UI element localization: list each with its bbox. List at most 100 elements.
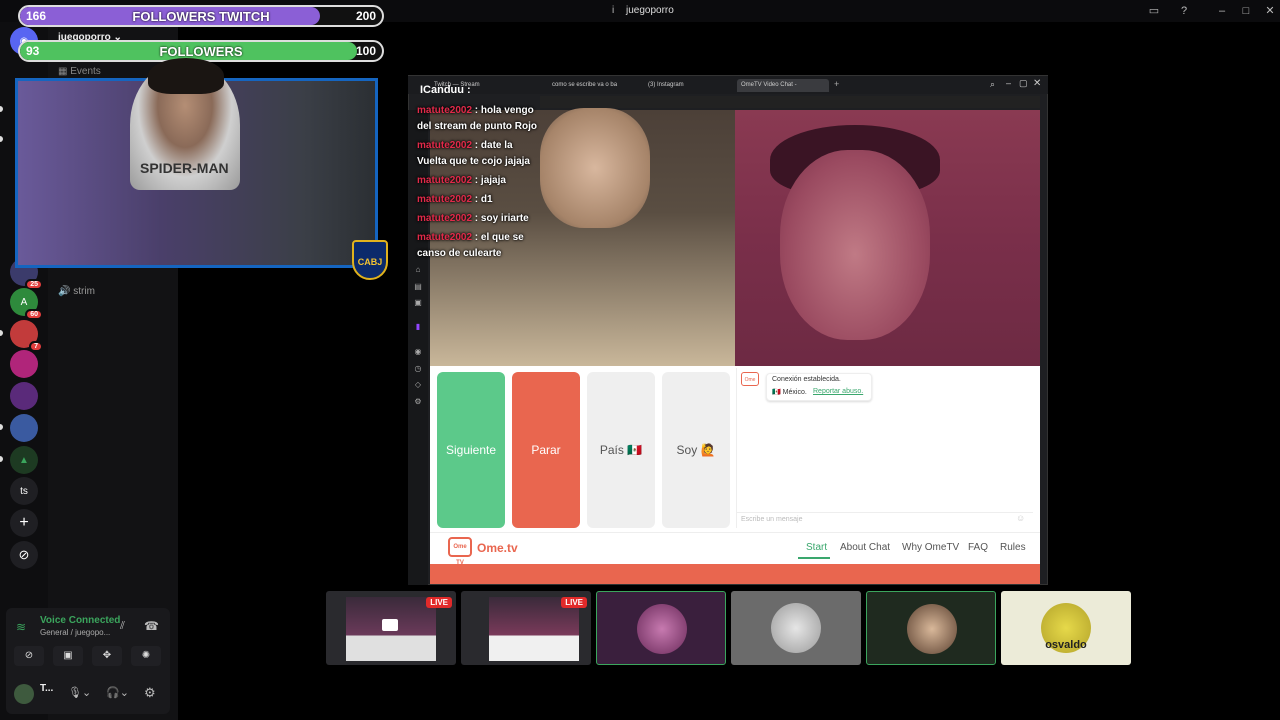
nav-why-ometv[interactable]: Why OmeTV bbox=[902, 542, 959, 553]
chat-message: matute2002 : date la Vuelta que te cojo … bbox=[417, 140, 530, 167]
voice-channel-path[interactable]: General / juegopo... bbox=[40, 628, 110, 637]
nav-active-underline bbox=[798, 557, 830, 559]
sidebar-settings-icon[interactable]: ⚙ bbox=[413, 397, 423, 407]
minimize-icon[interactable]: – bbox=[1214, 3, 1230, 19]
sidebar-play-icon[interactable]: ◉ bbox=[413, 347, 423, 357]
server-icon-ts[interactable]: ts bbox=[10, 477, 38, 505]
maximize-icon[interactable]: □ bbox=[1238, 3, 1254, 19]
stream-tile-3[interactable] bbox=[596, 591, 726, 665]
server-icon-4[interactable] bbox=[10, 350, 38, 378]
nav-about-chat[interactable]: About Chat bbox=[840, 542, 890, 553]
message-input[interactable]: Escribe un mensaje bbox=[737, 512, 1033, 526]
tab-ometv[interactable]: OmeTV Video Chat - bbox=[737, 79, 829, 92]
twitch-goal: 200 bbox=[355, 9, 376, 23]
stop-button[interactable]: Parar bbox=[512, 372, 580, 528]
settings-gear-icon[interactable]: ⚙ bbox=[144, 685, 156, 701]
stream-tile-6[interactable]: osvaldo bbox=[1001, 591, 1131, 665]
address-bar[interactable] bbox=[540, 96, 1040, 108]
cabj-shield-logo: CABJ bbox=[352, 240, 388, 280]
nav-rules[interactable]: Rules bbox=[1000, 542, 1026, 553]
monitor-icon bbox=[382, 619, 398, 631]
nav-start[interactable]: Start bbox=[806, 542, 827, 553]
unread-badge: 7 bbox=[29, 341, 43, 352]
close-icon[interactable]: ✕ bbox=[1262, 3, 1278, 19]
server-icon-6[interactable] bbox=[10, 414, 38, 442]
info-icon: i bbox=[612, 5, 615, 16]
chat-message: matute2002 : hola vengo del stream de pu… bbox=[417, 105, 538, 132]
sidebar-twitch-icon[interactable]: ▮ bbox=[413, 322, 423, 332]
tab-instagram[interactable]: (3) Instagram bbox=[644, 79, 732, 92]
discover-icon[interactable]: ⊘ bbox=[10, 541, 38, 569]
avatar bbox=[907, 604, 957, 654]
stream-tile-4[interactable] bbox=[731, 591, 861, 665]
connection-status: Conexión establecida. bbox=[772, 376, 841, 383]
chat-message: matute2002 : el que se canso de culearte bbox=[417, 232, 524, 259]
stream-tile-1[interactable]: LIVE bbox=[326, 591, 456, 665]
followers-twitch-bar: 166 FOLLOWERS TWITCH 200 bbox=[18, 5, 384, 27]
browser-minimize-icon[interactable]: – bbox=[1006, 78, 1011, 88]
avatar bbox=[771, 603, 821, 653]
speaker-icon: 🔊 bbox=[58, 286, 71, 297]
new-tab-icon[interactable]: + bbox=[834, 79, 839, 89]
avatar bbox=[637, 604, 687, 654]
ometv-logo-icon[interactable]: Ome TV bbox=[448, 537, 472, 566]
voice-channel-strim[interactable]: 🔊 strim bbox=[58, 286, 95, 297]
disconnect-icon[interactable]: ☎ bbox=[144, 619, 159, 633]
browser-maximize-icon[interactable]: ▢ bbox=[1019, 78, 1028, 89]
stream-tile-5[interactable] bbox=[866, 591, 996, 665]
live-badge: LIVE bbox=[561, 597, 587, 608]
next-button[interactable]: Siguiente bbox=[437, 372, 505, 528]
streamer-hair bbox=[148, 58, 224, 94]
avatar[interactable] bbox=[14, 684, 34, 704]
window-title: juegoporro bbox=[626, 5, 674, 16]
sidebar-msg-icon[interactable]: ▣ bbox=[413, 298, 423, 308]
followers-label: FOLLOWERS bbox=[159, 44, 243, 59]
server-icon-3[interactable]: 7 bbox=[10, 320, 43, 352]
stranger-face bbox=[540, 108, 650, 228]
chat-message: matute2002 : jajaja bbox=[417, 175, 506, 186]
emoji-icon[interactable]: ☺ bbox=[1016, 513, 1025, 523]
tile-name: osvaldo bbox=[1045, 639, 1087, 651]
unread-badge: 60 bbox=[25, 309, 43, 320]
signal-icon: ≋ bbox=[16, 620, 27, 634]
sidebar-history-icon[interactable]: ◷ bbox=[413, 364, 423, 374]
browser-search-icon[interactable]: ⌕ bbox=[990, 79, 995, 90]
voice-status: Voice Connected bbox=[40, 615, 121, 626]
followers-goal: 100 bbox=[355, 44, 376, 58]
user-name[interactable]: T... bbox=[40, 683, 53, 694]
report-abuse-link[interactable]: Reportar abuso. bbox=[813, 388, 863, 395]
shirt-text: SPIDER-MAN bbox=[140, 160, 229, 176]
chat-message: matute2002 : d1 bbox=[417, 194, 493, 205]
gender-button[interactable]: Soy 🙋 bbox=[662, 372, 730, 528]
help-icon[interactable]: ? bbox=[1176, 3, 1192, 19]
tab-search[interactable]: como se escribe va o ba bbox=[548, 79, 636, 92]
chat-overlay: matute2002 : hola vengo del stream de pu… bbox=[417, 103, 545, 265]
sidebar-chat-icon[interactable]: ▤ bbox=[413, 282, 423, 292]
events-channel[interactable]: ▦ Events bbox=[58, 66, 101, 77]
sidebar-cube-icon[interactable]: ◇ bbox=[413, 380, 423, 390]
country-button[interactable]: País 🇲🇽 bbox=[587, 372, 655, 528]
ometv-logo-text[interactable]: Ome.tv bbox=[477, 541, 518, 555]
server-icon-7[interactable]: ▲ bbox=[10, 446, 38, 474]
headphones-icon[interactable]: 🎧⌄ bbox=[106, 686, 129, 699]
self-face bbox=[780, 150, 930, 340]
live-badge: LIVE bbox=[426, 597, 452, 608]
server-icon-2[interactable]: A 60 bbox=[10, 288, 43, 320]
connection-country: 🇲🇽 México. bbox=[772, 389, 807, 396]
noise-suppression-icon[interactable]: ⫽ bbox=[120, 620, 125, 633]
chat-overlay-header: ICanduu : bbox=[420, 84, 471, 96]
browser-close-icon[interactable]: ✕ bbox=[1033, 78, 1041, 89]
server-icon-5[interactable] bbox=[10, 382, 38, 410]
soundboard-button[interactable]: ✺ bbox=[131, 646, 161, 666]
screen-share-button[interactable]: ▣ bbox=[53, 646, 83, 666]
camera-off-button[interactable]: ⊘ bbox=[14, 646, 44, 666]
nav-faq[interactable]: FAQ bbox=[968, 542, 988, 553]
inbox-icon[interactable]: ▭ bbox=[1146, 3, 1162, 19]
chat-message: matute2002 : soy iriarte bbox=[417, 213, 529, 224]
activities-button[interactable]: ✥ bbox=[92, 646, 122, 666]
ometv-footer-band bbox=[430, 564, 1040, 584]
microphone-icon[interactable]: 🎙⌄ bbox=[68, 686, 91, 699]
stream-tile-2[interactable]: LIVE bbox=[461, 591, 591, 665]
sidebar-bag-icon[interactable]: ⌂ bbox=[413, 265, 423, 275]
add-server-icon[interactable]: + bbox=[10, 509, 38, 537]
